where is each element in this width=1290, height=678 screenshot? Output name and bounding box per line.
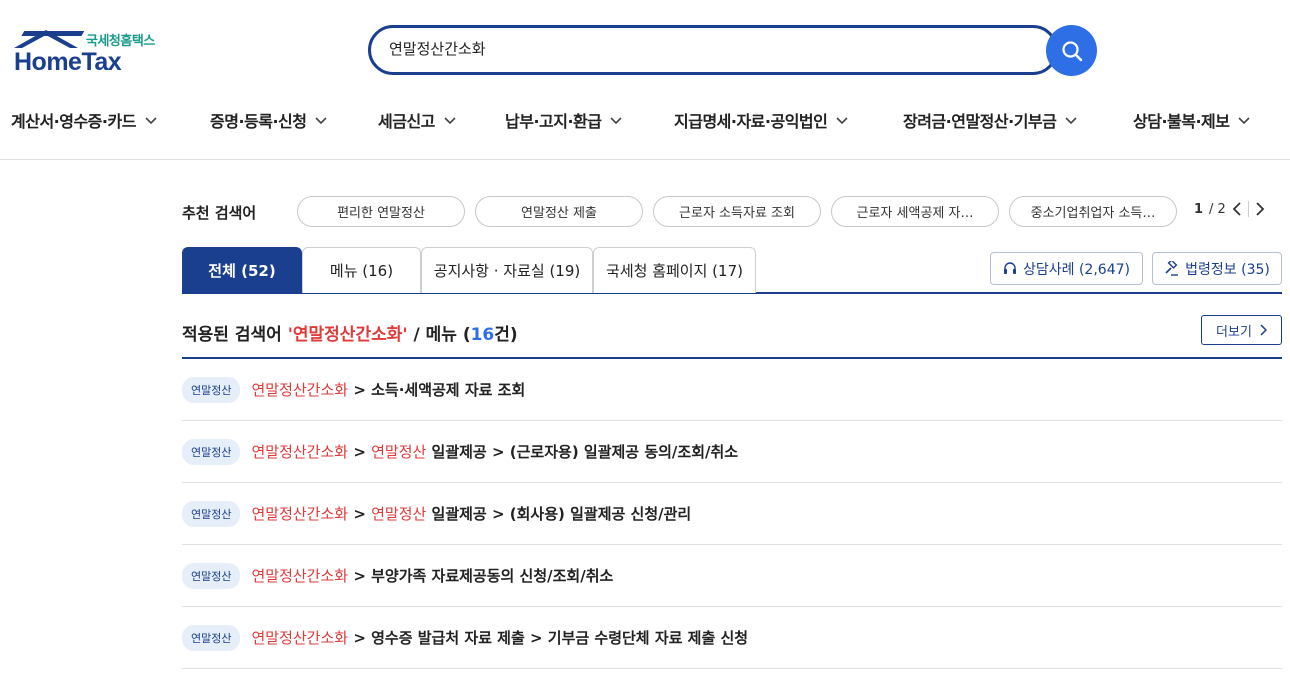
- menu-path: 연말정산간소화 > 연말정산 일괄제공 > (회사용) 일괄제공 신청/관리: [251, 503, 691, 524]
- menu-path: 연말정산간소화 > 소득·세액공제 자료 조회: [251, 379, 525, 400]
- recommended-label: 추천 검색어: [182, 204, 257, 222]
- search-button[interactable]: [1046, 25, 1097, 76]
- result-count: 16: [470, 325, 495, 345]
- nav-item-label: 상담·불복·제보: [1133, 112, 1230, 131]
- keyword-highlight: 연말정산간소화: [251, 567, 349, 585]
- result-title: 적용된 검색어 '연말정산간소화' / 메뉴 (16건): [182, 320, 518, 345]
- keyword-highlight: 연말정산간소화: [251, 629, 349, 647]
- path-separator: >: [348, 505, 372, 523]
- more-label: 더보기: [1216, 324, 1252, 340]
- chevron-down-icon: [145, 117, 157, 125]
- keyword-highlight: 연말정산간소화: [251, 381, 349, 399]
- nav-item-consult[interactable]: 상담·불복·제보: [1133, 108, 1251, 132]
- chevron-down-icon: [610, 117, 623, 125]
- tab-menu[interactable]: 메뉴 (16): [302, 247, 421, 293]
- category-badge: 연말정산: [182, 376, 241, 403]
- path-rest: > 부양가족 자료제공동의 신청/조회/취소: [348, 567, 614, 585]
- keyword-highlight-secondary: 연말정산: [371, 505, 427, 523]
- result-title-suffix: 건): [494, 325, 518, 345]
- chevron-right-icon: [1256, 202, 1265, 216]
- chevron-down-icon: [1065, 117, 1077, 125]
- next-page-button[interactable]: [1255, 202, 1265, 216]
- search-input[interactable]: [389, 39, 989, 57]
- page-current: 1: [1194, 201, 1204, 217]
- list-item[interactable]: 연말정산 연말정산간소화 > 부양가족 자료제공동의 신청/조회/취소: [182, 545, 1282, 607]
- result-title-keyword: '연말정산간소화': [287, 325, 408, 345]
- house-roof-icon: [14, 30, 85, 48]
- consult-cases-button[interactable]: 상담사례 (2,647): [990, 252, 1143, 285]
- nav-item-label: 계산서·영수증·카드: [11, 112, 136, 131]
- tab-all[interactable]: 전체 (52): [182, 247, 302, 293]
- category-badge: 연말정산: [182, 624, 241, 651]
- result-list: 연말정산 연말정산간소화 > 소득·세액공제 자료 조회 연말정산 연말정산간소…: [182, 359, 1282, 669]
- chevron-down-icon: [836, 117, 848, 125]
- header: 국세청홈택스 HomeTax: [0, 0, 1290, 100]
- menu-path: 연말정산간소화 > 연말정산 일괄제공 > (근로자용) 일괄제공 동의/조회/…: [251, 441, 738, 462]
- page-total: / 2: [1209, 201, 1226, 217]
- law-info-label: 법령정보 (35): [1185, 261, 1270, 278]
- result-title-middle: / 메뉴 (: [407, 325, 471, 345]
- nav-item-certificate[interactable]: 증명·등록·신청: [210, 108, 328, 132]
- path-rest: > 영수증 발급처 자료 제출 > 기부금 수령단체 자료 제출 신청: [348, 629, 749, 647]
- keyword-chip[interactable]: 연말정산 제출: [475, 196, 643, 227]
- menu-path: 연말정산간소화 > 영수증 발급처 자료 제출 > 기부금 수령단체 자료 제출…: [251, 627, 748, 648]
- keyword-chip[interactable]: 근로자 소득자료 조회: [653, 196, 821, 227]
- search-box: [368, 25, 1058, 75]
- list-item[interactable]: 연말정산 연말정산간소화 > 영수증 발급처 자료 제출 > 기부금 수령단체 …: [182, 607, 1282, 669]
- more-button[interactable]: 더보기: [1201, 315, 1282, 345]
- category-badge: 연말정산: [182, 500, 241, 527]
- result-tabs: 전체 (52) 메뉴 (16) 공지사항 · 자료실 (19) 국세청 홈페이지…: [182, 247, 1282, 294]
- list-item[interactable]: 연말정산 연말정산간소화 > 연말정산 일괄제공 > (근로자용) 일괄제공 동…: [182, 421, 1282, 483]
- nav-item-tax-return[interactable]: 세금신고: [378, 108, 456, 132]
- path-separator: >: [348, 443, 372, 461]
- keyword-highlight-secondary: 연말정산: [371, 443, 427, 461]
- pager-divider: [1247, 201, 1249, 217]
- result-title-prefix: 적용된 검색어: [182, 325, 288, 345]
- nav-item-year-end[interactable]: 장려금·연말정산·기부금: [903, 108, 1077, 132]
- recommended-keywords: 추천 검색어 편리한 연말정산 연말정산 제출 근로자 소득자료 조회 근로자 …: [182, 195, 1290, 229]
- nav-item-statements[interactable]: 지급명세·자료·공익법인: [674, 108, 848, 132]
- main-nav: 계산서·영수증·카드 증명·등록·신청 세금신고 납부·고지·환급 지급명세·자…: [0, 100, 1290, 160]
- keyword-chip[interactable]: 중소기업취업자 소득…: [1009, 196, 1177, 227]
- search-icon: [1061, 40, 1082, 61]
- nav-item-label: 납부·고지·환급: [505, 112, 602, 131]
- tab-nts-homepage[interactable]: 국세청 홈페이지 (17): [593, 247, 756, 293]
- chevron-left-icon: [1232, 202, 1241, 216]
- list-item[interactable]: 연말정산 연말정산간소화 > 연말정산 일괄제공 > (회사용) 일괄제공 신청…: [182, 483, 1282, 545]
- result-header: 적용된 검색어 '연말정산간소화' / 메뉴 (16건) 더보기: [182, 315, 1282, 359]
- path-rest: > (근로자용) 일괄제공 동의/조회/취소: [486, 443, 739, 461]
- logo-subtitle: 국세청홈택스: [86, 34, 155, 49]
- law-info-button[interactable]: 법령정보 (35): [1152, 252, 1282, 285]
- chevron-down-icon: [1238, 117, 1251, 125]
- chevron-down-icon: [315, 117, 328, 125]
- logo-title: HomeTax: [14, 48, 122, 76]
- keyword-highlight: 연말정산간소화: [251, 505, 349, 523]
- path-rest: > (회사용) 일괄제공 신청/관리: [486, 505, 692, 523]
- chevron-right-icon: [1260, 324, 1267, 336]
- tab-notice[interactable]: 공지사항 · 자료실 (19): [421, 247, 593, 293]
- path-rest: > 소득·세액공제 자료 조회: [348, 381, 526, 399]
- consult-cases-label: 상담사례 (2,647): [1023, 261, 1130, 278]
- keyword-chip[interactable]: 근로자 세액공제 자…: [831, 196, 999, 227]
- nav-item-label: 장려금·연말정산·기부금: [903, 112, 1057, 131]
- nav-item-payment[interactable]: 납부·고지·환급: [505, 108, 623, 132]
- nav-item-label: 세금신고: [378, 112, 435, 131]
- keyword-pager: 1 / 2: [1194, 201, 1265, 217]
- chevron-down-icon: [444, 117, 456, 125]
- headset-icon: [1004, 261, 1016, 274]
- nav-item-invoice[interactable]: 계산서·영수증·카드: [11, 108, 157, 132]
- nav-item-label: 증명·등록·신청: [210, 112, 307, 131]
- prev-page-button[interactable]: [1232, 202, 1242, 216]
- gavel-icon: [1165, 261, 1179, 276]
- keyword-highlight: 연말정산간소화: [251, 443, 349, 461]
- nav-item-label: 지급명세·자료·공익법인: [674, 112, 828, 131]
- hometax-logo[interactable]: 국세청홈택스 HomeTax: [12, 26, 162, 78]
- menu-path: 연말정산간소화 > 부양가족 자료제공동의 신청/조회/취소: [251, 565, 613, 586]
- category-badge: 연말정산: [182, 438, 241, 465]
- path-segment: 일괄제공: [426, 443, 487, 461]
- category-badge: 연말정산: [182, 562, 241, 589]
- path-segment: 일괄제공: [426, 505, 487, 523]
- list-item[interactable]: 연말정산 연말정산간소화 > 소득·세액공제 자료 조회: [182, 359, 1282, 421]
- keyword-chip[interactable]: 편리한 연말정산: [297, 196, 465, 227]
